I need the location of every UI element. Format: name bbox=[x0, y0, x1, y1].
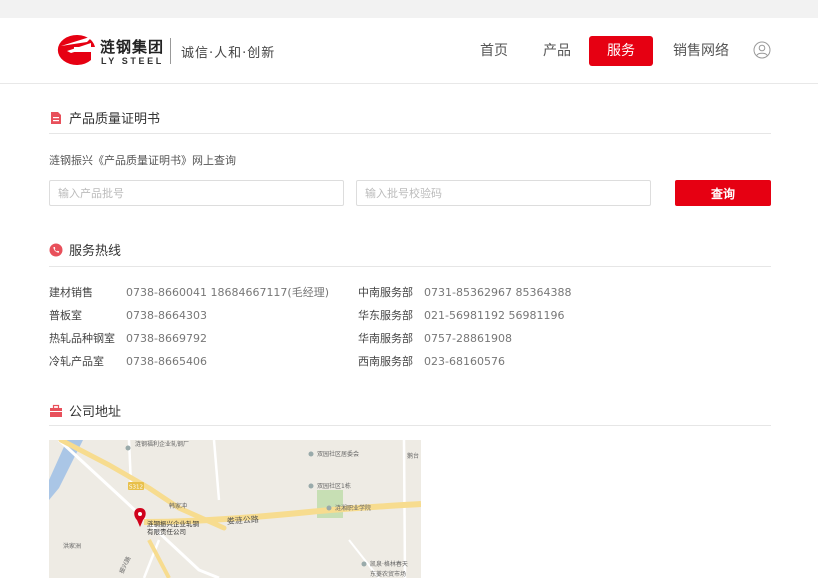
address-section-title: 公司地址 bbox=[49, 401, 121, 420]
batch-number-input[interactable] bbox=[49, 180, 344, 206]
poi-label: 凯泉·格林春天 bbox=[370, 560, 408, 568]
user-circle-icon[interactable] bbox=[753, 41, 771, 59]
hotline-dept: 普板室 bbox=[49, 309, 82, 322]
hotline-dept: 华南服务部 bbox=[358, 332, 413, 345]
hotline-row: 华南服务部 0757-28861908 bbox=[358, 332, 512, 346]
brand-divider bbox=[170, 38, 171, 64]
poi-label: 涟湘职业学院 bbox=[335, 504, 371, 512]
brand-name-cn: 涟钢集团 bbox=[100, 38, 165, 56]
poi-dot bbox=[308, 451, 314, 457]
poi-dot bbox=[361, 561, 367, 567]
nav-products[interactable]: 产品 bbox=[533, 36, 581, 66]
poi-dot bbox=[308, 483, 314, 489]
hotline-row: 普板室 0738-8664303 bbox=[49, 309, 207, 323]
hotline-dept: 热轧品种钢室 bbox=[49, 332, 115, 345]
brand-slogan: 诚信·人和·创新 bbox=[181, 46, 276, 61]
hotline-dept: 西南服务部 bbox=[358, 355, 413, 368]
hotline-section-title: 服务热线 bbox=[49, 240, 121, 259]
certificate-divider bbox=[49, 133, 771, 134]
verification-code-input[interactable] bbox=[356, 180, 651, 206]
hotline-phone: 0757-28861908 bbox=[424, 332, 512, 345]
nav-home[interactable]: 首页 bbox=[470, 36, 518, 66]
hotline-title: 服务热线 bbox=[69, 244, 122, 259]
hotline-dept: 中南服务部 bbox=[358, 286, 413, 299]
minor-road bbox=[212, 440, 221, 501]
building-icon bbox=[50, 404, 62, 417]
road-shield-label: S312 bbox=[129, 485, 143, 491]
hotline-row: 西南服务部 023-68160576 bbox=[358, 355, 505, 369]
poi-dot bbox=[326, 505, 332, 511]
site-header: 涟钢集团 LY STEEL 诚信·人和·创新 首页 产品 服务 销售网络 bbox=[0, 18, 818, 84]
marker-label-line1: 涟钢振兴企业轧钢 bbox=[147, 519, 200, 528]
poi-label: 鹅台 bbox=[407, 452, 419, 460]
hotline-dept: 建材销售 bbox=[49, 286, 93, 299]
hotline-row: 中南服务部 0731-85362967 85364388 bbox=[358, 286, 571, 300]
location-marker-dot bbox=[138, 512, 142, 516]
document-icon bbox=[51, 111, 61, 124]
hotline-dept: 华东服务部 bbox=[358, 309, 413, 322]
hotline-phone: 0738-8664303 bbox=[126, 309, 207, 322]
poi-label: 涟钢福利企业轧钢厂 bbox=[135, 440, 189, 448]
address-divider bbox=[49, 425, 771, 426]
poi-label: 韩家冲 bbox=[169, 502, 187, 510]
certificate-description: 涟钢振兴《产品质量证明书》网上查询 bbox=[49, 154, 236, 167]
company-location-map[interactable]: S312 娄涟公路 涟钢福利企业轧钢厂 双园社区居委会 双园社区1栋 涟湘职业学… bbox=[49, 440, 421, 578]
hotline-row: 热轧品种钢室 0738-8669792 bbox=[49, 332, 207, 346]
poi-dot bbox=[125, 445, 131, 451]
top-strip bbox=[0, 0, 818, 18]
certificate-title: 产品质量证明书 bbox=[69, 112, 161, 127]
map-canvas[interactable]: S312 娄涟公路 涟钢福利企业轧钢厂 双园社区居委会 双园社区1栋 涟湘职业学… bbox=[49, 440, 421, 578]
hotline-row: 冷轧产品室 0738-8665406 bbox=[49, 355, 207, 369]
certificate-section-title: 产品质量证明书 bbox=[49, 108, 160, 127]
poi-label: 双园社区居委会 bbox=[317, 450, 359, 458]
hotline-phone: 0731-85362967 85364388 bbox=[424, 286, 572, 299]
poi-label: 振兴路 bbox=[118, 555, 133, 575]
address-title: 公司地址 bbox=[69, 405, 122, 420]
marker-label-line2: 有限责任公司 bbox=[147, 527, 186, 536]
hotline-row: 建材销售 0738-8660041 18684667117(毛经理) bbox=[49, 286, 329, 300]
nav-sales-network[interactable]: 销售网络 bbox=[664, 36, 738, 66]
hotline-divider bbox=[49, 266, 771, 267]
hotline-row: 华东服务部 021-56981192 56981196 bbox=[358, 309, 564, 323]
poi-label: 东菱农贸市场 bbox=[370, 570, 406, 578]
ly-steel-logo-icon[interactable] bbox=[47, 30, 97, 70]
hotline-phone: 021-56981192 56981196 bbox=[424, 309, 565, 322]
poi-label: 双园社区1栋 bbox=[317, 482, 351, 490]
hotline-dept: 冷轧产品室 bbox=[49, 355, 104, 368]
minor-road bbox=[402, 440, 407, 578]
hotline-phone: 023-68160576 bbox=[424, 355, 505, 368]
hotline-phone: 0738-8660041 18684667117(毛经理) bbox=[126, 286, 330, 299]
nav-service[interactable]: 服务 bbox=[589, 36, 653, 66]
hotline-phone: 0738-8665406 bbox=[126, 355, 207, 368]
location-marker-icon[interactable] bbox=[134, 508, 146, 527]
brand-name-en: LY STEEL bbox=[101, 56, 164, 66]
phone-circle-icon bbox=[49, 243, 63, 256]
hotline-phone: 0738-8669792 bbox=[126, 332, 207, 345]
query-button[interactable]: 查询 bbox=[675, 180, 771, 206]
poi-label: 洪家洲 bbox=[63, 542, 81, 550]
